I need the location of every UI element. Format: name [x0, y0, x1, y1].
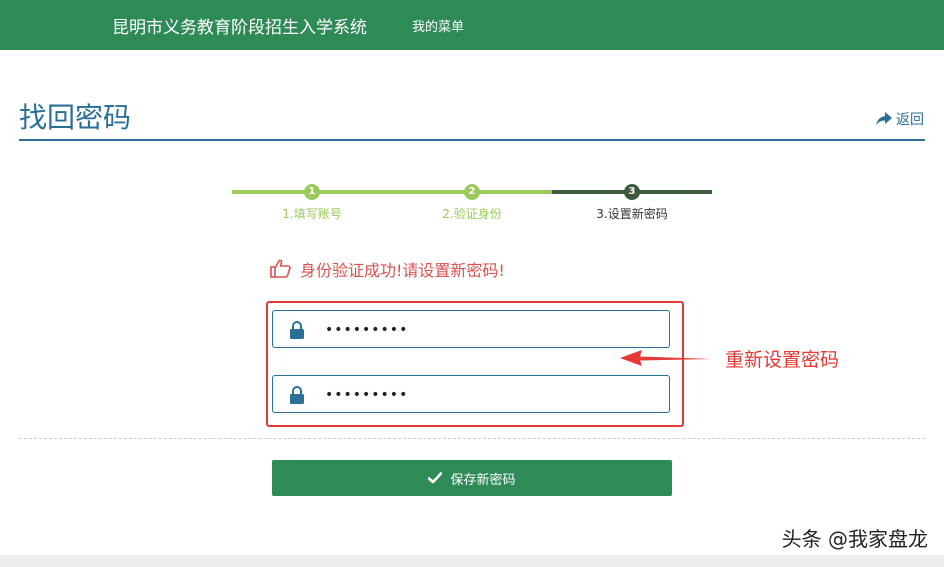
save-new-password-button[interactable]: 保存新密码 — [272, 460, 672, 496]
step-2-label: 2.验证身份 — [442, 207, 502, 221]
success-text: 身份验证成功!请设置新密码! — [300, 261, 505, 280]
step-2-dot: 2 — [464, 184, 480, 200]
back-link[interactable]: 返回 — [876, 109, 924, 129]
page-bottom-edge — [0, 555, 944, 567]
title-divider — [19, 139, 925, 141]
confirm-password-input[interactable] — [323, 376, 657, 414]
app-brand[interactable]: 昆明市义务教育阶段招生入学系统 — [112, 13, 367, 38]
step-1-label: 1.填写账号 — [282, 207, 342, 221]
dashed-divider — [19, 438, 925, 439]
step-3-label: 3.设置新密码 — [596, 207, 668, 221]
my-menu-link[interactable]: 我的菜单 — [412, 16, 464, 35]
annotation-arrow-icon — [620, 350, 712, 366]
save-button-label: 保存新密码 — [450, 471, 516, 487]
thumbs-up-icon — [270, 259, 291, 278]
back-label: 返回 — [896, 112, 924, 128]
success-message: 身份验证成功!请设置新密码! — [270, 257, 505, 281]
new-password-field[interactable] — [272, 310, 670, 349]
page-title: 找回密码 — [19, 101, 132, 134]
share-arrow-icon — [876, 112, 892, 126]
step-1-dot: 1 — [304, 184, 320, 200]
top-navbar: 昆明市义务教育阶段招生入学系统 我的菜单 — [0, 0, 944, 50]
lock-icon — [290, 321, 304, 339]
confirm-password-field[interactable] — [272, 375, 670, 414]
annotation-label: 重新设置密码 — [725, 349, 840, 371]
check-icon — [428, 472, 443, 484]
step-3-dot: 3 — [624, 184, 640, 200]
new-password-input[interactable] — [323, 311, 657, 349]
lock-icon — [290, 386, 304, 404]
watermark: 头条 @我家盘龙 — [781, 527, 928, 551]
